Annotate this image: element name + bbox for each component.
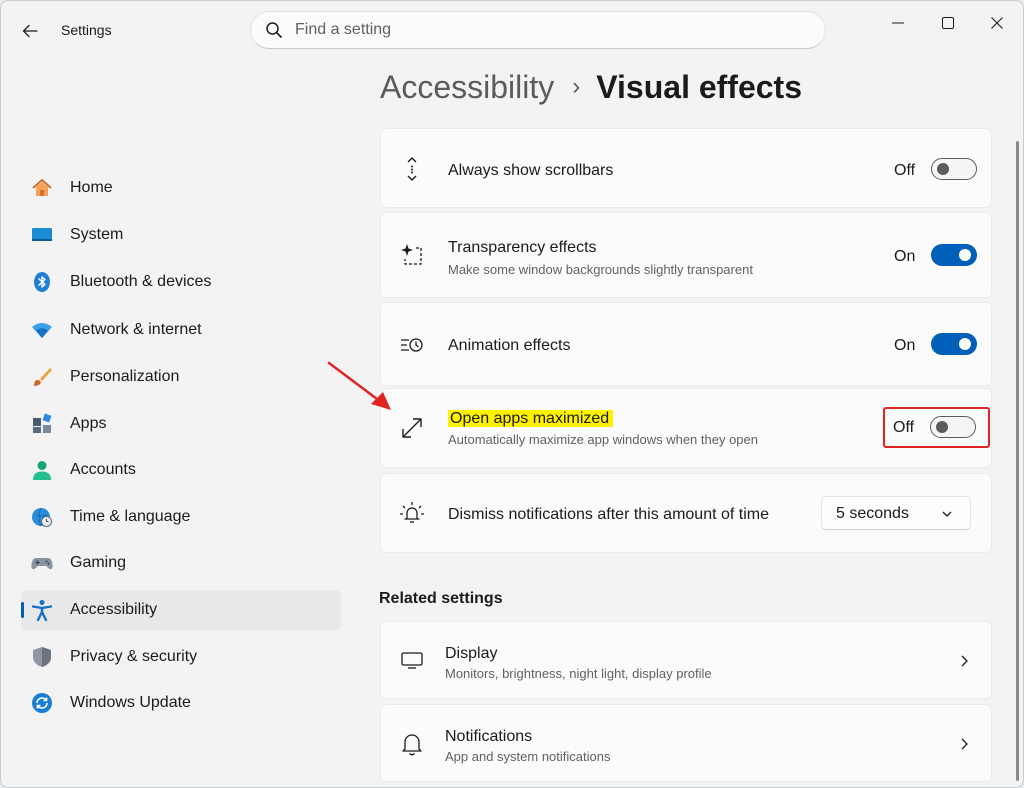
breadcrumb: Accessibility › Visual effects — [380, 65, 802, 109]
title-bar: Settings — [1, 1, 1023, 61]
sidebar-item-label: System — [70, 226, 124, 243]
toggle-knob — [959, 249, 971, 261]
chevron-right-icon — [961, 655, 968, 667]
sidebar-item-personalization[interactable]: Personalization — [21, 357, 341, 397]
setting-description: App and system notifications — [445, 749, 611, 764]
chevron-down-icon — [942, 511, 952, 517]
sidebar-item-label: Network & internet — [70, 321, 202, 338]
notification-duration-dropdown[interactable]: 5 seconds — [821, 496, 971, 530]
sidebar-item-bluetooth[interactable]: Bluetooth & devices — [21, 262, 341, 302]
annotation-arrow-icon — [327, 361, 391, 410]
sidebar-item-network[interactable]: Network & internet — [21, 310, 341, 350]
settings-window: Settings Home — [0, 0, 1024, 788]
minimize-icon — [892, 22, 904, 24]
toggle-state-label: Off — [894, 162, 916, 179]
app-title: Settings — [61, 22, 112, 38]
sidebar-item-label: Bluetooth & devices — [70, 273, 212, 290]
accessibility-icon — [31, 600, 53, 621]
bell-icon — [402, 734, 422, 756]
globe-clock-icon — [32, 507, 52, 527]
sparkle-frame-icon — [401, 244, 422, 265]
setting-description: Automatically maximize app windows when … — [448, 432, 758, 447]
toggle-knob — [937, 163, 949, 175]
sidebar-item-accessibility[interactable]: Accessibility — [21, 590, 341, 630]
related-item-display[interactable]: Display Monitors, brightness, night ligh… — [380, 621, 992, 699]
sidebar-item-label: Accounts — [70, 461, 136, 478]
sidebar-item-apps[interactable]: Apps — [21, 404, 341, 444]
toggle-knob — [959, 338, 971, 350]
transparency-toggle[interactable] — [931, 244, 977, 266]
setting-title: Animation effects — [448, 337, 571, 354]
apps-icon — [33, 413, 52, 433]
sidebar-item-gaming[interactable]: Gaming — [21, 543, 341, 583]
search-icon — [266, 22, 282, 38]
sidebar-item-privacy-security[interactable]: Privacy & security — [21, 637, 341, 677]
annotation-highlight-box — [883, 407, 990, 448]
shield-icon — [33, 647, 51, 667]
display-icon — [401, 652, 423, 669]
sidebar-item-label: Windows Update — [70, 694, 191, 711]
selection-indicator — [21, 602, 24, 618]
sidebar-item-time-language[interactable]: Time & language — [21, 497, 341, 537]
setting-description: Monitors, brightness, night light, displ… — [445, 666, 712, 681]
setting-title: Display — [445, 645, 498, 662]
maximize-icon — [942, 17, 954, 29]
gamepad-icon — [31, 558, 53, 570]
chevron-right-icon — [961, 738, 968, 750]
sidebar-item-label: Gaming — [70, 554, 127, 571]
sidebar-item-label: Accessibility — [70, 601, 158, 618]
animation-toggle[interactable] — [931, 333, 977, 355]
setting-title: Open apps maximized — [448, 410, 614, 428]
search-box[interactable] — [250, 11, 826, 49]
setting-description: Make some window backgrounds slightly tr… — [448, 262, 753, 277]
sidebar-item-label: Time & language — [70, 508, 191, 525]
sidebar-item-label: Home — [70, 179, 113, 196]
setting-transparency-effects: Transparency effects Make some window ba… — [380, 212, 992, 298]
notification-timer-icon — [400, 502, 424, 523]
setting-title: Notifications — [445, 728, 533, 745]
maximize-arrow-icon — [402, 418, 422, 438]
home-icon — [32, 179, 52, 196]
page-title: Visual effects — [596, 68, 802, 105]
minimize-button[interactable] — [876, 9, 920, 37]
sidebar-item-label: Privacy & security — [70, 648, 198, 665]
setting-title: Transparency effects — [448, 239, 597, 256]
search-input[interactable] — [295, 21, 775, 39]
monitor-icon — [32, 228, 52, 241]
scrollbar-arrows-icon — [407, 157, 417, 181]
sidebar-item-windows-update[interactable]: Windows Update — [21, 683, 341, 723]
breadcrumb-separator: › — [572, 73, 581, 100]
setting-title: Always show scrollbars — [448, 162, 614, 179]
sidebar-item-label: Personalization — [70, 368, 180, 385]
maximize-button[interactable] — [926, 9, 970, 37]
sidebar-item-accounts[interactable]: Accounts — [21, 450, 341, 490]
animation-icon — [401, 338, 423, 352]
setting-always-show-scrollbars: Always show scrollbars Off — [380, 128, 992, 208]
toggle-state-label: On — [894, 248, 916, 265]
sidebar-item-system[interactable]: System — [21, 215, 341, 255]
content-scrollbar[interactable] — [1016, 141, 1019, 781]
close-button[interactable] — [975, 9, 1019, 37]
dropdown-selected-value: 5 seconds — [836, 505, 909, 522]
bluetooth-icon — [34, 272, 50, 292]
sidebar-item-home[interactable]: Home — [21, 168, 341, 208]
wifi-icon — [32, 323, 52, 338]
brush-icon — [34, 368, 52, 386]
back-arrow-icon — [22, 24, 38, 38]
setting-title: Dismiss notifications after this amount … — [448, 506, 770, 523]
related-item-notifications[interactable]: Notifications App and system notificatio… — [380, 704, 992, 782]
scrollbars-toggle[interactable] — [931, 158, 977, 180]
back-button[interactable] — [15, 17, 45, 45]
close-icon — [991, 17, 1003, 29]
sidebar-item-label: Apps — [70, 415, 107, 432]
update-icon — [32, 693, 52, 713]
highlighted-setting-title: Open apps maximized — [448, 410, 614, 427]
setting-animation-effects: Animation effects On — [380, 302, 992, 386]
person-icon — [33, 461, 51, 480]
breadcrumb-parent[interactable]: Accessibility — [380, 69, 554, 106]
related-settings-heading: Related settings — [379, 590, 503, 607]
toggle-state-label: On — [894, 337, 916, 354]
